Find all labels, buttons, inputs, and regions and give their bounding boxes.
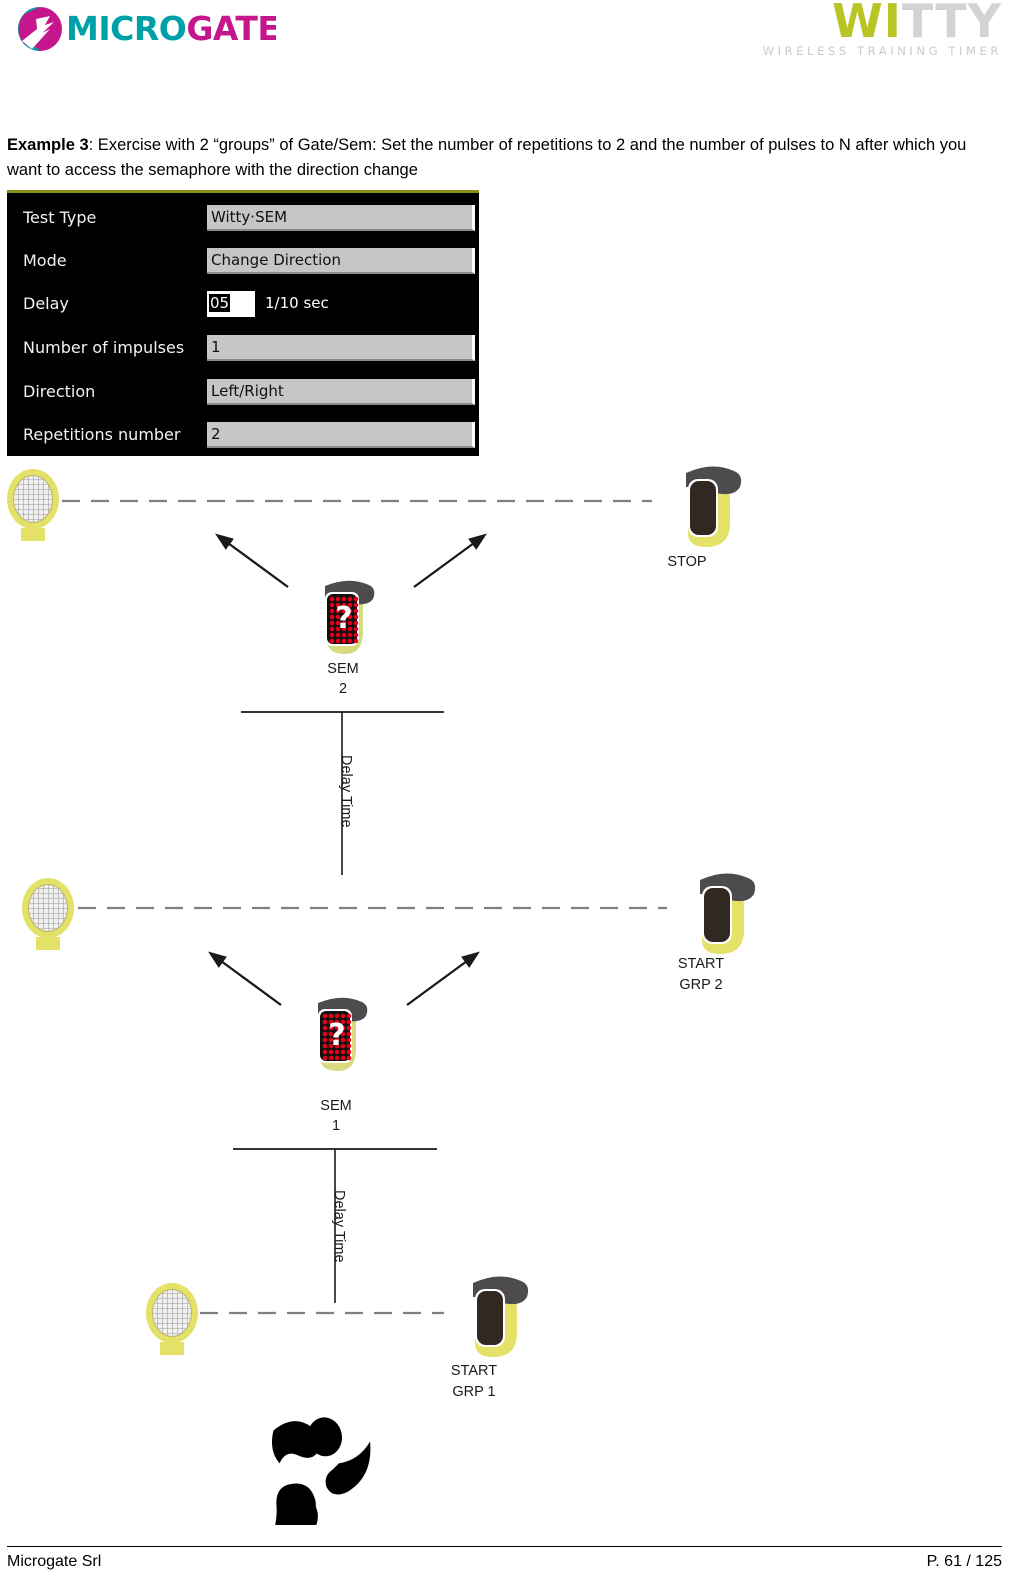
- field-mode[interactable]: Change Direction: [207, 248, 475, 274]
- test-settings-panel: Test Type Witty·SEM Mode Change Directio…: [7, 190, 479, 456]
- diagram-group-stop: STOP SEM 2 Delay Time: [6, 466, 742, 875]
- microgate-mark: [18, 7, 62, 51]
- arrow-right-start2: [406, 951, 480, 1006]
- semaphore-label-sem2-line2: 2: [339, 681, 347, 697]
- gate-start1: [473, 1276, 529, 1357]
- exercise-layout-diagram: ? STOP SEM 2: [0, 455, 1010, 1525]
- reflector-start2: [21, 877, 75, 951]
- row-repetitions-number: Repetitions number 2: [7, 422, 479, 452]
- witty-logo: WITTY WIRELESS TRAINING TIMER: [702, 0, 1002, 58]
- arrow-left-start2: [208, 951, 282, 1006]
- row-mode: Mode Change Direction: [7, 248, 479, 278]
- gate-stop: [686, 466, 742, 547]
- gate-label-stop: STOP: [667, 554, 706, 570]
- runner-icon: [232, 1415, 371, 1525]
- field-delay-unit: 1/10 sec: [265, 294, 329, 312]
- footer-company: Microgate Srl: [7, 1553, 102, 1570]
- label-test-type: Test Type: [23, 208, 97, 227]
- delay-time-label-1: Delay Time: [338, 755, 354, 828]
- semaphore-sem2: [325, 580, 375, 654]
- page-footer: Microgate Srl P. 61 / 125: [7, 1546, 1002, 1571]
- field-test-type[interactable]: Witty·SEM: [207, 205, 475, 231]
- field-delay[interactable]: 05: [207, 291, 255, 317]
- gate-label-start1-line2: GRP 1: [452, 1384, 495, 1400]
- witty-tagline: WIRELESS TRAINING TIMER: [762, 44, 1002, 58]
- label-direction: Direction: [23, 382, 96, 401]
- semaphore-label-sem2-line1: SEM: [327, 661, 358, 677]
- semaphore-sem1: [318, 997, 368, 1071]
- gate-label-start2-line1: START: [678, 956, 724, 972]
- example-description: Example 3: Exercise with 2 “groups” of G…: [7, 133, 982, 183]
- label-repetitions-number: Repetitions number: [23, 425, 181, 444]
- field-number-of-impulses[interactable]: 1: [207, 335, 475, 361]
- gate-label-start1-line1: START: [451, 1363, 497, 1379]
- row-number-of-impulses: Number of impulses 1: [7, 335, 479, 365]
- label-mode: Mode: [23, 251, 67, 270]
- semaphore-label-sem1-line1: SEM: [320, 1098, 351, 1114]
- field-direction[interactable]: Left/Right: [207, 379, 475, 405]
- delay-time-label-2: Delay Time: [331, 1190, 347, 1263]
- page-header: MICROGATE WITTY WIRELESS TRAINING TIMER: [0, 0, 1010, 100]
- row-direction: Direction Left/Right: [7, 379, 479, 409]
- reflector-stop: [6, 468, 60, 542]
- arrow-left-stop: [215, 533, 289, 588]
- gate-start2: [700, 873, 756, 954]
- witty-wordmark: WITTY: [702, 0, 1002, 44]
- reflector-start1: [145, 1282, 199, 1356]
- field-delay-value: 05: [209, 294, 231, 312]
- label-number-of-impulses: Number of impulses: [23, 338, 185, 357]
- field-repetitions-number[interactable]: 2: [207, 422, 475, 448]
- svg-text:MICROGATE: MICROGATE: [66, 9, 276, 48]
- footer-page-number: P. 61 / 125: [926, 1553, 1002, 1570]
- gate-label-start2-line2: GRP 2: [679, 977, 722, 993]
- microgate-logo: MICROGATE: [16, 5, 280, 53]
- witty-wordmark-part2: TTY: [901, 0, 1002, 48]
- arrow-right-stop: [413, 533, 487, 588]
- example-body: : Exercise with 2 “groups” of Gate/Sem: …: [7, 135, 967, 179]
- example-label: Example 3: [7, 135, 89, 154]
- diagram-group-start-1: START GRP 1: [145, 1276, 529, 1400]
- semaphore-label-sem1-line2: 1: [332, 1118, 340, 1134]
- witty-wordmark-part1: WI: [832, 0, 902, 48]
- row-delay: Delay 05 1/10 sec: [7, 291, 479, 321]
- label-delay: Delay: [23, 294, 69, 313]
- diagram-group-start-2: START GRP 2 SEM 1 Delay Time: [21, 873, 756, 1303]
- row-test-type: Test Type Witty·SEM: [7, 205, 479, 235]
